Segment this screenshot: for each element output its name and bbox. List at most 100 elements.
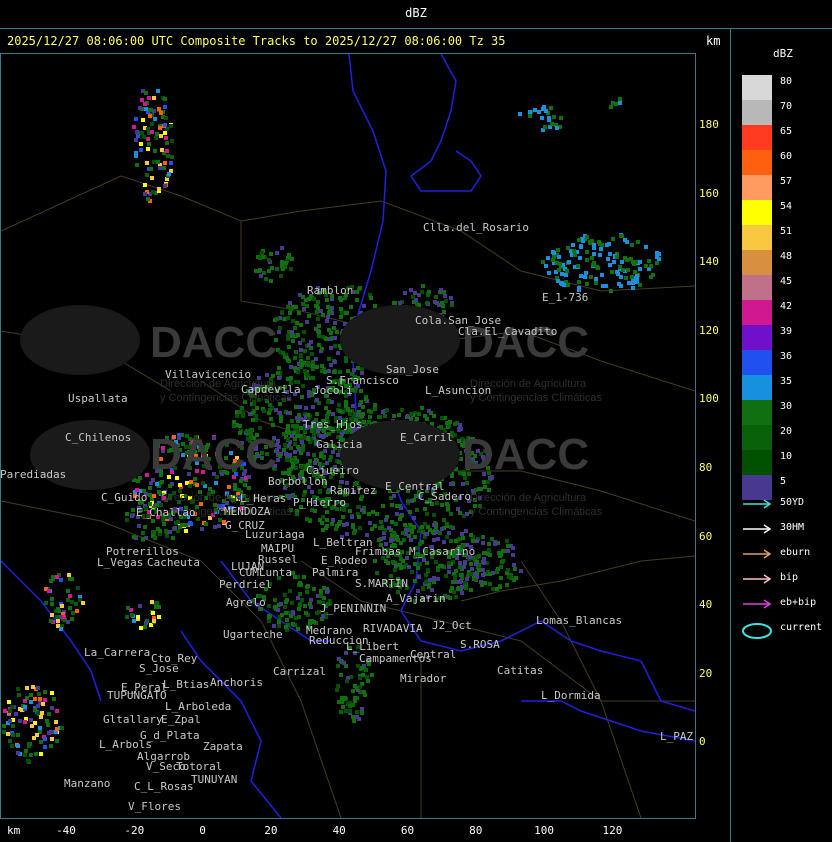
radar-echo: [130, 514, 134, 518]
radar-echo: [141, 531, 145, 535]
place-label: Clla.del_Rosario: [423, 221, 529, 234]
radar-echo: [335, 330, 339, 334]
radar-echo: [259, 274, 263, 278]
radar-echo: [406, 499, 410, 503]
radar-echo: [619, 234, 623, 238]
radar-echo: [317, 330, 321, 334]
radar-echo: [420, 290, 424, 294]
radar-echo: [151, 519, 155, 523]
radar-echo: [423, 507, 427, 511]
radar-echo: [156, 527, 160, 531]
radar-echo: [36, 686, 40, 690]
radar-echo: [392, 531, 396, 535]
radar-echo: [345, 679, 349, 683]
radar-echo: [68, 606, 72, 610]
radar-echo: [8, 709, 12, 713]
radar-echo: [320, 521, 324, 525]
radar-echo: [163, 161, 167, 165]
radar-echo: [158, 126, 162, 130]
radar-echo: [136, 615, 140, 619]
radar-echo: [346, 369, 350, 373]
radar-echo: [583, 275, 587, 279]
place-label: S.ROSA: [460, 638, 500, 651]
radar-echo: [151, 530, 155, 534]
radar-echo: [141, 537, 145, 541]
radar-echo: [280, 311, 284, 315]
radar-echo: [156, 160, 160, 164]
radar-echo: [475, 575, 479, 579]
radar-echo: [331, 518, 335, 522]
radar-echo: [47, 589, 51, 593]
place-label: MENDOZA: [224, 505, 271, 518]
place-label: RIVADAVIA: [363, 622, 423, 635]
radar-echo: [458, 565, 462, 569]
radar-echo: [275, 267, 279, 271]
radar-echo: [377, 538, 381, 542]
radar-echo: [373, 407, 377, 411]
radar-echo: [576, 264, 580, 268]
radar-echo: [300, 465, 304, 469]
radar-echo: [353, 696, 357, 700]
radar-echo: [420, 525, 424, 529]
radar-echo: [10, 705, 14, 709]
magenta-arrow-icon: [743, 599, 772, 609]
radar-echo: [454, 595, 458, 599]
radar-echo: [188, 484, 192, 488]
radar-echo: [171, 536, 175, 540]
radar-echo: [188, 521, 192, 525]
radar-echo: [566, 283, 570, 287]
radar-echo: [146, 127, 150, 131]
y-axis-unit: km: [706, 34, 721, 48]
scale-label: 36: [780, 351, 793, 362]
radar-echo: [317, 343, 321, 347]
radar-echo: [146, 197, 150, 201]
x-tick-label: 100: [534, 824, 555, 837]
radar-echo: [213, 525, 217, 529]
radar-echo: [571, 243, 575, 247]
radar-echo: [657, 257, 661, 261]
radar-echo: [247, 486, 251, 490]
radar-echo: [296, 627, 300, 631]
radar-echo: [59, 578, 63, 582]
radar-echo: [346, 407, 350, 411]
radar-echo: [47, 731, 51, 735]
place-label: Tres_Hjos: [303, 418, 363, 431]
radar-echo: [592, 261, 596, 265]
radar-echo: [287, 345, 291, 349]
radar-echo: [38, 726, 42, 730]
radar-echo: [401, 531, 405, 535]
radar-echo: [415, 508, 419, 512]
color-swatch: [742, 475, 772, 500]
radar-echo: [368, 521, 372, 525]
scale-label: 60: [780, 151, 793, 162]
radar-echo: [137, 524, 141, 528]
radar-echo: [257, 269, 261, 273]
radar-echo: [325, 510, 329, 514]
radar-echo: [581, 239, 585, 243]
radar-echo: [413, 291, 417, 295]
radar-echo: [279, 274, 283, 278]
radar-echo: [296, 333, 300, 337]
radar-echo: [56, 619, 60, 623]
radar-echo: [278, 326, 282, 330]
radar-echo: [329, 455, 333, 459]
radar-echo: [327, 369, 331, 373]
radar-echo: [551, 258, 555, 262]
radar-echo: [360, 707, 364, 711]
radar-echo: [511, 553, 515, 557]
radar-echo: [280, 246, 284, 250]
place-label: Totoral: [176, 760, 223, 773]
radar-echo: [260, 251, 264, 255]
radar-echo: [169, 161, 173, 165]
radar-echo: [163, 123, 167, 127]
radar-echo: [572, 249, 576, 253]
radar-echo: [436, 537, 440, 541]
radar-echo: [327, 311, 331, 315]
track-legend-item: bip: [742, 572, 798, 588]
radar-echo: [160, 480, 164, 484]
radar-echo: [27, 744, 31, 748]
radar-echo: [397, 413, 401, 417]
radar-echo: [441, 304, 445, 308]
radar-echo: [43, 698, 47, 702]
radar-echo: [319, 309, 323, 313]
